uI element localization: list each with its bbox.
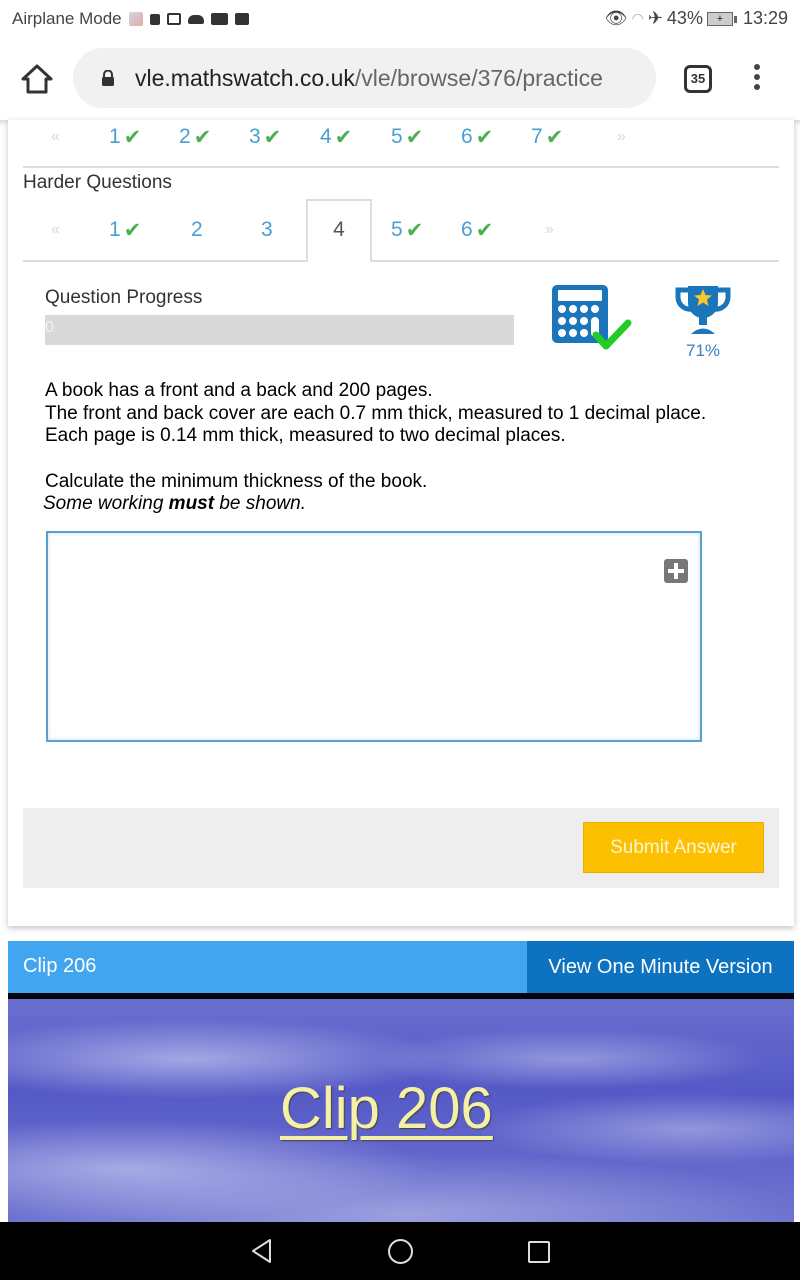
harder-questions-pager: « 1 ✔ 2 3 5 ✔ 6 ✔ » <box>23 206 779 254</box>
wifi-icon: ◠ <box>631 10 644 26</box>
question-progress-label: Question Progress <box>45 287 203 308</box>
question-line: Each page is 0.14 mm thick, measured to … <box>45 425 566 446</box>
pager-item-7[interactable]: 7 ✔ <box>531 113 563 161</box>
question-line: A book has a front and a back and 200 pa… <box>45 380 433 401</box>
harder-tab-6[interactable]: 6 ✔ <box>461 206 493 254</box>
url-domain: vle.mathswatch.co.uk <box>135 65 355 91</box>
check-icon: ✔ <box>545 125 564 149</box>
question-card: « 1 ✔ 2 ✔ 3 ✔ 4 ✔ 5 ✔ 6 ✔ 7 ✔ » Harder Question… <box>8 120 794 926</box>
standard-questions-pager: « 1 ✔ 2 ✔ 3 ✔ 4 ✔ 5 ✔ 6 ✔ 7 ✔ » <box>23 113 779 161</box>
calculator-allowed-icon <box>552 285 632 350</box>
youtube-icon <box>210 13 228 25</box>
answer-input[interactable] <box>46 531 702 742</box>
url-text[interactable]: vle.mathswatch.co.uk/vle/browse/376/prac… <box>135 65 645 92</box>
pager-item-1[interactable]: 1 ✔ <box>109 113 141 161</box>
cloud-icon <box>187 14 204 24</box>
clip-header: Clip 206 View One Minute Version <box>8 941 794 993</box>
pager-next-arrow[interactable]: » <box>617 113 626 161</box>
home-icon[interactable] <box>20 63 54 95</box>
question-text: A book has a front and a back and 200 pa… <box>43 380 707 516</box>
check-icon: ✔ <box>263 125 282 149</box>
section-title: Harder Questions <box>23 172 172 193</box>
check-icon: ✔ <box>123 218 142 242</box>
check-icon: ✔ <box>193 125 212 149</box>
clock: 13:29 <box>742 8 788 28</box>
harder-tab-2[interactable]: 2 <box>191 206 203 254</box>
check-icon: ✔ <box>405 125 424 149</box>
overflow-menu-icon[interactable] <box>752 64 762 94</box>
back-icon[interactable] <box>250 1238 274 1264</box>
pager-item-4[interactable]: 4 ✔ <box>320 113 352 161</box>
tabs-baseline <box>23 260 779 262</box>
check-icon: ✔ <box>475 218 494 242</box>
submit-bar: Submit Answer <box>23 808 779 888</box>
question-line: The front and back cover are each 0.7 mm… <box>45 402 707 424</box>
pager-item-2[interactable]: 2 ✔ <box>179 113 211 161</box>
browser-toolbar: vle.mathswatch.co.uk/vle/browse/376/prac… <box>0 38 800 120</box>
status-bar: Airplane Mode 👁 ◠ ✈ 43% + 13:29 <box>0 0 800 38</box>
eye-icon: 👁 <box>604 8 628 28</box>
pager-item-3[interactable]: 3 ✔ <box>249 113 281 161</box>
airplane-icon: ✈ <box>647 8 663 28</box>
pager-prev-arrow[interactable]: « <box>51 113 60 161</box>
question-task: Calculate the minimum thickness of the b… <box>45 470 428 492</box>
clip-title: Clip 206 <box>23 955 97 977</box>
harder-tab-5[interactable]: 5 ✔ <box>391 206 423 254</box>
harder-next-arrow[interactable]: » <box>545 206 554 254</box>
battery-icon: + <box>706 11 737 26</box>
tab-switcher-button[interactable]: 35 <box>684 65 712 93</box>
recent-apps-icon[interactable] <box>528 1241 550 1263</box>
harder-tab-1[interactable]: 1 ✔ <box>109 206 141 254</box>
lock-icon <box>102 70 114 86</box>
submit-answer-button[interactable]: Submit Answer <box>583 822 764 873</box>
divider <box>23 166 779 168</box>
home-circle-icon[interactable] <box>388 1239 413 1264</box>
check-icon: ✔ <box>405 218 424 242</box>
android-nav-bar <box>0 1222 800 1280</box>
check-icon: ✔ <box>334 125 353 149</box>
plus-box-icon <box>234 13 249 25</box>
pager-item-6[interactable]: 6 ✔ <box>461 113 493 161</box>
working-note: Some working must be shown. <box>43 493 306 514</box>
calendar-icon <box>166 13 181 25</box>
airplane-mode-label: Airplane Mode <box>12 9 122 28</box>
trophy-icon <box>675 286 731 334</box>
harder-prev-arrow[interactable]: « <box>51 206 60 254</box>
url-path: /vle/browse/376/practice <box>354 65 603 91</box>
progress-value: 0 <box>45 319 54 336</box>
app-icon <box>128 12 143 26</box>
facebook-icon <box>149 13 160 25</box>
check-icon: ✔ <box>475 125 494 149</box>
video-title-card: Clip 206 <box>280 1076 493 1141</box>
video-player[interactable]: Clip 206 <box>8 999 794 1223</box>
view-one-minute-button[interactable]: View One Minute Version <box>527 941 794 993</box>
battery-percent: 43% <box>666 8 703 28</box>
harder-tab-3[interactable]: 3 <box>261 206 273 254</box>
trophy-percentage: 71% <box>685 341 721 360</box>
check-icon: ✔ <box>123 125 142 149</box>
address-bar[interactable]: vle.mathswatch.co.uk/vle/browse/376/prac… <box>73 48 656 108</box>
pager-item-5[interactable]: 5 ✔ <box>391 113 423 161</box>
question-progress-bar: 0 <box>45 315 514 345</box>
expand-plus-icon[interactable] <box>664 559 688 583</box>
